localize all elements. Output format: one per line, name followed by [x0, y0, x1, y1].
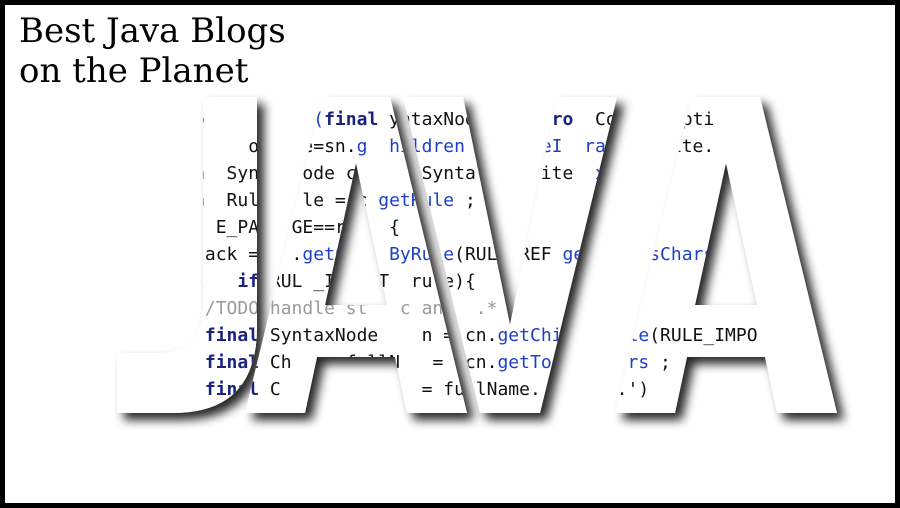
code-snippet: void co tFile(final yntaxNod n) thro Cod… [129, 109, 768, 400]
code-token [129, 325, 205, 346]
code-token: ; [454, 190, 476, 211]
code-token: getToke sChars [562, 244, 714, 265]
java-logo: void co tFile(final yntaxNod n) thro Cod… [117, 97, 837, 413]
code-token: xt [595, 163, 617, 184]
code-token: fin [129, 190, 205, 211]
code-token: ('.') [595, 379, 649, 400]
code-token: C s[] par = fullName. [259, 379, 541, 400]
code-token: if [237, 271, 259, 292]
code-token: (It or ite=sn. [162, 136, 357, 157]
code-token: (RULE_IMPO [649, 325, 757, 346]
code-line: if( E_PACK GE==ru { [129, 217, 400, 238]
code-token: final [324, 109, 378, 130]
code-token: thro [530, 109, 573, 130]
code-token: g hildren createI rator [357, 136, 639, 157]
code-token: CodeExcepti [573, 109, 714, 130]
code-token: Rule r le = c [205, 190, 378, 211]
code-token: getChi ByRule [302, 244, 454, 265]
code-token: void [129, 109, 183, 130]
code-line: void co tFile(final yntaxNod n) thro Cod… [129, 109, 714, 130]
code-token: ( E_PACK GE==ru { [194, 217, 400, 238]
code-token: getTo nsChars [497, 352, 649, 373]
code-token: if [129, 217, 194, 238]
code-token: (RULE_REF [454, 244, 562, 265]
code-token: (RUL _IMPORT rule){ [259, 271, 476, 292]
code-token: ; [649, 352, 671, 373]
code-token: getRule [378, 190, 454, 211]
code-token: ack = c . [129, 244, 302, 265]
code-token: for [129, 136, 162, 157]
code-token: SyntaxNode n = cn. [259, 325, 497, 346]
code-line: /TODO handle st c and .* [129, 298, 497, 319]
code-token: lit [541, 379, 595, 400]
code-token: fin [129, 163, 205, 184]
code-line: final Ch s fullN = ccn.getTo nsChars ; [129, 352, 671, 373]
code-token: final [205, 325, 259, 346]
code-token: ();ite. [638, 136, 714, 157]
banner-frame: Best Java Blogs on the Planet void co tF… [0, 0, 900, 508]
code-token: getChi ByRule [497, 325, 649, 346]
code-line: final C s[] par = fullName. lit('.') [129, 379, 649, 400]
code-token: SyntaxNode c (Synta ode)ite [205, 163, 595, 184]
code-token: final [205, 379, 259, 400]
code-line: final SyntaxNode n = cn.getChi ByRule(RU… [129, 325, 758, 346]
code-line: ack = c .getChi ByRule(RULE_REF getToke … [129, 244, 714, 265]
code-token: (); [617, 163, 650, 184]
code-line: fin Rule r le = c getRule ; [129, 190, 476, 211]
code-token: }el [129, 271, 237, 292]
code-token: tFile( [205, 109, 324, 130]
code-token: yntaxNod n) [378, 109, 530, 130]
code-line: for (It or ite=sn.g hildren createI rato… [129, 136, 714, 157]
code-token: co [183, 109, 205, 130]
code-token: Ch s fullN = ccn. [259, 352, 497, 373]
code-line: fin SyntaxNode c (Synta ode)ite xt(); [129, 163, 649, 184]
code-token [129, 379, 205, 400]
code-line: }el if(RUL _IMPORT rule){ [129, 271, 476, 292]
code-token [129, 352, 205, 373]
code-token: /TODO handle st c and .* [129, 298, 497, 319]
code-token: final [205, 352, 259, 373]
